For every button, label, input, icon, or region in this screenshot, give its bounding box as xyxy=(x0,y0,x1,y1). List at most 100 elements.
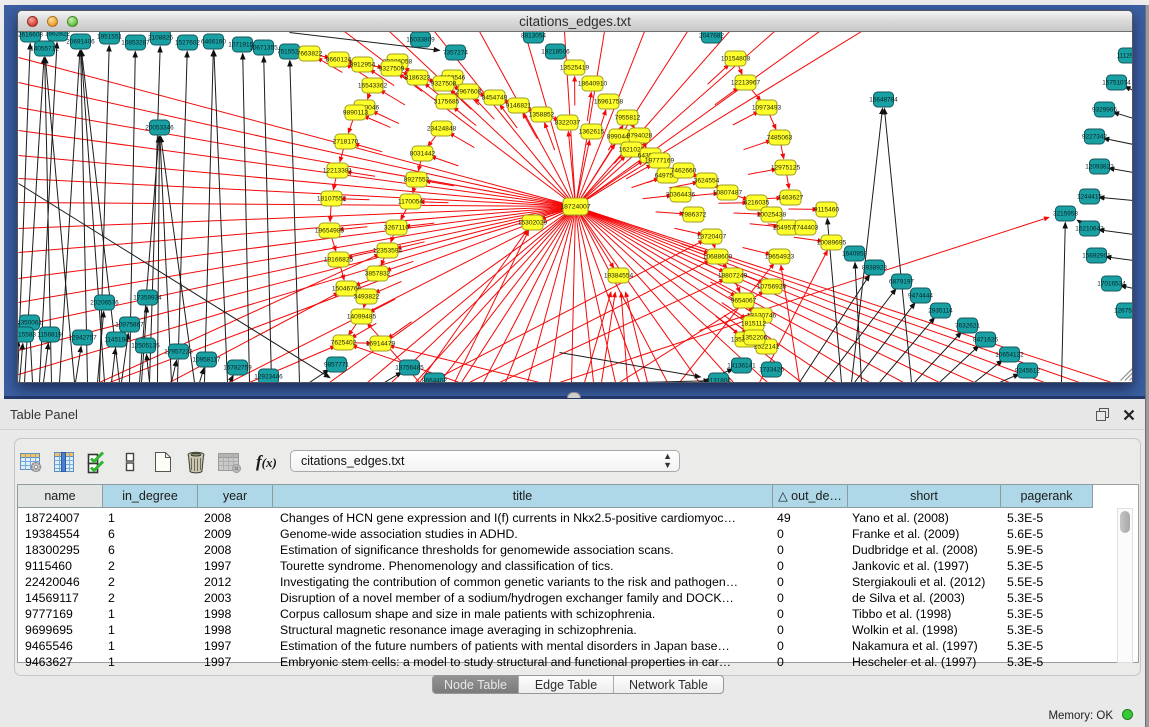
svg-text:19218506: 19218506 xyxy=(541,49,570,56)
svg-text:8927552: 8927552 xyxy=(404,177,430,184)
svg-text:8660124: 8660124 xyxy=(326,57,352,64)
svg-text:1244415: 1244415 xyxy=(1077,194,1102,201)
svg-text:16543362: 16543362 xyxy=(358,83,388,90)
svg-text:9245612: 9245612 xyxy=(1015,368,1040,375)
svg-text:20364436: 20364436 xyxy=(666,192,696,199)
svg-text:8322037: 8322037 xyxy=(555,120,581,127)
svg-text:20053346: 20053346 xyxy=(145,125,174,132)
svg-text:9327509: 9327509 xyxy=(379,66,405,73)
svg-text:9794028: 9794028 xyxy=(627,133,653,140)
svg-text:6466160: 6466160 xyxy=(201,39,226,46)
svg-text:17359934: 17359934 xyxy=(133,295,162,302)
svg-text:10853287: 10853287 xyxy=(121,40,150,47)
svg-text:18807249: 18807249 xyxy=(718,273,748,280)
svg-text:19654923: 19654923 xyxy=(765,254,795,261)
svg-text:7663822: 7663822 xyxy=(297,51,323,58)
svg-text:1170054: 1170054 xyxy=(398,199,424,206)
svg-text:9329966: 9329966 xyxy=(1092,107,1117,114)
svg-text:14099485: 14099485 xyxy=(347,314,377,321)
svg-text:9857771: 9857771 xyxy=(324,362,349,369)
svg-text:12942757: 12942757 xyxy=(68,335,97,342)
svg-text:9131804: 9131804 xyxy=(706,378,731,382)
svg-text:9474444: 9474444 xyxy=(908,293,933,300)
svg-text:8471626: 8471626 xyxy=(973,337,998,344)
svg-text:3624554: 3624554 xyxy=(694,178,720,185)
svg-text:18724007: 18724007 xyxy=(560,204,590,211)
svg-text:7462660: 7462660 xyxy=(671,168,697,175)
svg-text:9115460: 9115460 xyxy=(814,207,840,214)
svg-text:2967608: 2967608 xyxy=(456,89,482,96)
svg-text:3915583: 3915583 xyxy=(18,332,36,339)
svg-text:1156819: 1156819 xyxy=(37,332,62,339)
svg-text:3267110: 3267110 xyxy=(384,225,410,232)
svg-text:1352206: 1352206 xyxy=(742,335,768,342)
svg-text:12093822: 12093822 xyxy=(1085,164,1114,171)
svg-text:7632621: 7632621 xyxy=(955,323,980,330)
svg-text:8813054: 8813054 xyxy=(521,33,546,40)
svg-text:10973493: 10973493 xyxy=(752,105,782,112)
svg-text:12975125: 12975125 xyxy=(771,165,801,172)
svg-text:9654067: 9654067 xyxy=(731,298,757,305)
svg-text:8454749: 8454749 xyxy=(482,95,508,102)
svg-text:8664402: 8664402 xyxy=(422,378,447,382)
svg-text:3493822: 3493822 xyxy=(354,294,380,301)
svg-text:1145194: 1145194 xyxy=(104,337,129,344)
svg-text:18107552: 18107552 xyxy=(317,196,347,203)
svg-text:7744403: 7744403 xyxy=(793,225,819,232)
svg-text:14055712: 14055712 xyxy=(30,46,59,53)
svg-text:8938923: 8938923 xyxy=(862,265,887,272)
svg-text:15302029: 15302029 xyxy=(518,220,548,227)
svg-text:2935114: 2935114 xyxy=(928,308,953,315)
svg-text:1951551: 1951551 xyxy=(97,34,122,41)
svg-text:16210643: 16210643 xyxy=(1075,226,1104,233)
svg-text:1358852: 1358852 xyxy=(529,112,555,119)
svg-text:1112998: 1112998 xyxy=(1117,53,1132,60)
svg-text:16648784: 16648784 xyxy=(869,97,898,104)
svg-text:9890113: 9890113 xyxy=(343,110,369,117)
svg-text:15692901: 15692901 xyxy=(1082,253,1111,260)
svg-text:10807487: 10807487 xyxy=(713,190,743,197)
svg-text:10025438: 10025438 xyxy=(757,212,787,219)
svg-text:2047682: 2047682 xyxy=(699,33,724,40)
svg-text:1815112: 1815112 xyxy=(741,321,767,328)
svg-text:10154808: 10154808 xyxy=(721,56,751,63)
svg-text:10756928: 10756928 xyxy=(757,284,787,291)
svg-text:13525419: 13525419 xyxy=(560,65,590,72)
svg-text:1662822: 1662822 xyxy=(45,32,70,38)
svg-text:1267532: 1267532 xyxy=(1114,308,1132,315)
svg-text:12353594: 12353594 xyxy=(373,248,403,255)
svg-text:9227342: 9227342 xyxy=(1082,134,1107,141)
svg-text:19384554: 19384554 xyxy=(604,273,634,280)
svg-text:12213967: 12213967 xyxy=(731,80,761,87)
svg-text:3857832: 3857832 xyxy=(365,271,391,278)
svg-text:2718170: 2718170 xyxy=(333,139,359,146)
svg-text:6879197: 6879197 xyxy=(889,279,914,286)
svg-text:12923446: 12923446 xyxy=(254,374,283,381)
svg-text:1362615: 1362615 xyxy=(579,129,605,136)
svg-text:2616608: 2616608 xyxy=(18,32,43,39)
svg-text:10958117: 10958117 xyxy=(193,357,221,364)
svg-text:8031442: 8031442 xyxy=(410,151,436,158)
svg-text:13720407: 13720407 xyxy=(697,234,727,241)
svg-text:17016534: 17016534 xyxy=(1097,281,1126,288)
svg-text:1640953: 1640953 xyxy=(842,251,867,258)
svg-text:2108826: 2108826 xyxy=(148,35,173,42)
svg-text:16914479: 16914479 xyxy=(366,341,396,348)
svg-text:16782759: 16782759 xyxy=(223,365,252,372)
svg-text:20206576: 20206576 xyxy=(90,300,119,307)
svg-text:12505135: 12505135 xyxy=(131,343,160,350)
svg-text:12213381: 12213381 xyxy=(323,168,353,175)
svg-text:1463627: 1463627 xyxy=(778,195,804,202)
svg-text:23424848: 23424848 xyxy=(427,126,457,133)
svg-text:7955812: 7955812 xyxy=(615,115,641,122)
svg-text:17957225: 17957225 xyxy=(164,349,193,356)
svg-text:10654122: 10654122 xyxy=(995,352,1024,359)
svg-text:16961758: 16961758 xyxy=(594,99,624,106)
svg-text:7986372: 7986372 xyxy=(681,212,707,219)
svg-text:7625402: 7625402 xyxy=(331,340,357,347)
svg-text:10089695: 10089695 xyxy=(817,240,847,247)
svg-text:19654985: 19654985 xyxy=(315,228,345,235)
svg-text:19777169: 19777169 xyxy=(645,158,675,165)
svg-text:3175685: 3175685 xyxy=(434,99,460,106)
svg-text:19166825: 19166825 xyxy=(324,257,354,264)
